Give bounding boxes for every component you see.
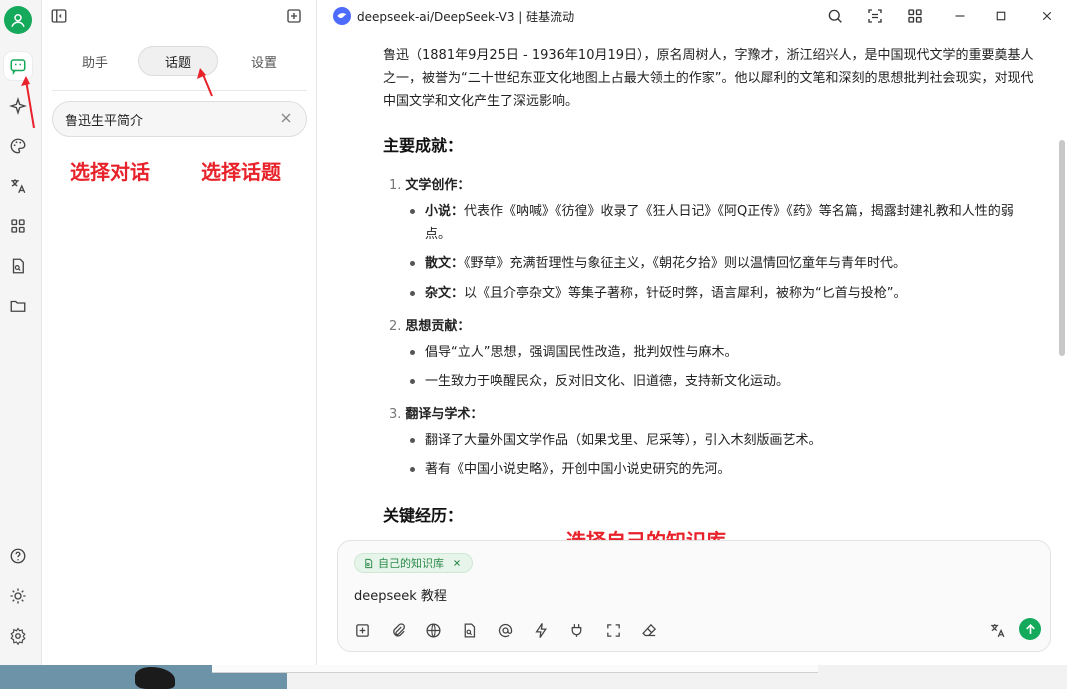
theme-toggle-button[interactable] [4, 582, 32, 610]
help-button[interactable] [4, 542, 32, 570]
background-window-edge [212, 665, 818, 673]
user-icon [11, 14, 25, 28]
close-icon [1042, 11, 1052, 21]
settings-icon [10, 627, 26, 645]
tab-divider [52, 90, 307, 91]
knowledge-base-chip[interactable]: 自己的知识库 [354, 553, 473, 573]
attach-button[interactable] [388, 620, 408, 640]
paint-nav-button[interactable] [4, 132, 32, 160]
title-bar: deepseek-ai/DeepSeek-V3 | 硅基流动 [317, 0, 1067, 32]
mention-icon [498, 623, 512, 637]
scrollbar-thumb[interactable] [1059, 140, 1065, 356]
remove-chip-icon[interactable] [452, 558, 462, 568]
plugin-button[interactable] [566, 620, 586, 640]
list-item: 杂文：以《且介亭杂文》等集子著称，针砭时弊，语言犀利，被称为“匕首与投枪”。 [409, 282, 1039, 305]
new-topic-button[interactable] [352, 620, 372, 640]
annotation-select-topic: 选择话题 [201, 160, 281, 184]
folder-icon [10, 300, 26, 312]
help-icon [10, 548, 26, 564]
files-nav-button[interactable] [4, 292, 32, 320]
theme-icon [10, 588, 26, 604]
settings-button[interactable] [4, 622, 32, 650]
apps-icon [11, 219, 25, 233]
minimize-icon [955, 15, 965, 17]
send-button[interactable] [1019, 618, 1041, 640]
palette-icon [10, 138, 26, 154]
maximize-icon [996, 11, 1006, 21]
attachment-icon [392, 622, 405, 636]
scan-icon [868, 9, 882, 23]
message-area: 鲁迅（1881年9月25日 - 1936年10月19日），原名周树人，字豫才，浙… [317, 32, 1067, 540]
window-title: deepseek-ai/DeepSeek-V3 | 硅基流动 [357, 10, 575, 24]
avatar[interactable] [4, 6, 32, 34]
achievements-heading: 主要成就： [383, 136, 464, 155]
lightning-icon [534, 622, 547, 638]
close-window-button[interactable] [1037, 6, 1057, 26]
quick-phrase-button[interactable] [531, 620, 551, 640]
message-input[interactable]: deepseek 教程 [354, 585, 447, 604]
topic-list-item[interactable]: 鲁迅生平简介 [52, 101, 307, 137]
section-title: 2. 思想贡献： [389, 319, 471, 334]
send-icon [1025, 623, 1035, 634]
globe-icon [425, 622, 441, 638]
knowledge-nav-button[interactable] [4, 252, 32, 280]
apps-nav-button[interactable] [4, 212, 32, 240]
list-item: 倡导“立人”思想，强调国民性改造，批判奴性与麻木。 [409, 341, 1039, 364]
section-title: 1. 文学创作： [389, 178, 471, 193]
translate-icon [11, 179, 26, 194]
grid-icon [908, 9, 922, 23]
translate-input-button[interactable] [987, 620, 1007, 640]
list-item: 小说：代表作《呐喊》《彷徨》收录了《狂人日记》《阿Q正传》《药》等名篇，揭露封建… [409, 200, 1039, 246]
fullscreen-icon [606, 623, 620, 637]
section-title: 3. 翻译与学术： [389, 407, 484, 422]
panel-tabs: 助手 话题 设置 [52, 46, 307, 78]
panel-toolbar [42, 0, 316, 32]
clear-button[interactable] [639, 620, 659, 640]
annotation-arrow-chat [21, 76, 35, 129]
translate-nav-button[interactable] [4, 172, 32, 200]
topic-label: 鲁迅生平简介 [65, 113, 144, 129]
scan-button[interactable] [865, 6, 885, 26]
fullscreen-button[interactable] [603, 620, 623, 640]
close-icon[interactable] [278, 110, 294, 126]
new-topic-icon [355, 623, 369, 637]
annotation-arrow-topic [197, 68, 213, 97]
maximize-button[interactable] [991, 6, 1011, 26]
chat-input-box[interactable]: 自己的知识库 deepseek 教程 [337, 540, 1051, 652]
annotation-select-chat: 选择对话 [70, 160, 150, 184]
tab-settings[interactable]: 设置 [238, 46, 290, 76]
eraser-icon [641, 623, 656, 636]
plugin-icon [571, 623, 581, 637]
knowledge-icon [464, 622, 475, 638]
knowledge-button[interactable] [459, 620, 479, 640]
experience-heading: 关键经历： [383, 506, 464, 525]
knowledge-base-label: 自己的知识库 [378, 557, 444, 570]
list-item: 一生致力于唤醒民众，反对旧文化、旧道德，支持新文化运动。 [409, 370, 1039, 393]
web-search-button[interactable] [423, 620, 443, 640]
icon-rail [0, 0, 42, 665]
topic-panel: 助手 话题 设置 鲁迅生平简介 选择对话 选择话题 [42, 0, 317, 665]
layout-button[interactable] [905, 6, 925, 26]
collapse-sidebar-icon[interactable] [50, 7, 68, 25]
search-button[interactable] [825, 6, 845, 26]
search-icon [828, 9, 842, 23]
mention-button[interactable] [495, 620, 515, 640]
minimize-button[interactable] [950, 6, 970, 26]
knowledge-icon [365, 558, 373, 568]
list-item: 著有《中国小说史略》，开创中国小说史研究的先河。 [409, 458, 1039, 481]
list-item: 散文：《野草》充满哲理性与象征主义，《朝花夕拾》则以温情回忆童年与青年时代。 [409, 252, 1039, 275]
new-topic-icon[interactable] [285, 7, 303, 25]
message-intro: 鲁迅（1881年9月25日 - 1936年10月19日），原名周树人，字豫才，浙… [383, 48, 1034, 109]
deepseek-logo-icon [333, 7, 351, 25]
list-item: 翻译了大量外国文学作品（如果戈里、尼采等），引入木刻版画艺术。 [409, 429, 1039, 452]
translate-icon [990, 623, 1004, 637]
tab-assistant[interactable]: 助手 [70, 46, 120, 76]
document-search-icon [12, 258, 24, 274]
